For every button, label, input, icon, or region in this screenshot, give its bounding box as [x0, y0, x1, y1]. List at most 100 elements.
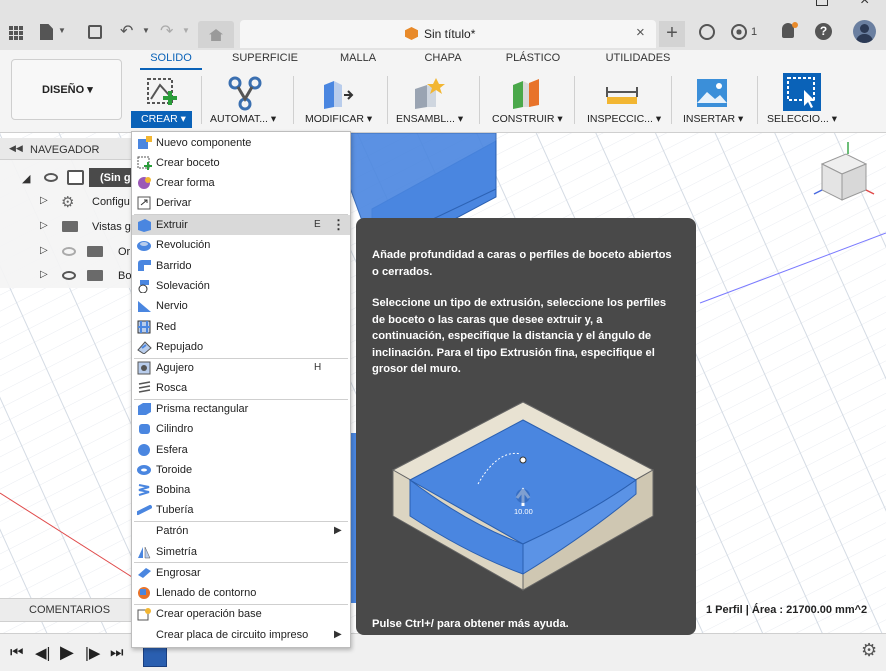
inspect-ribbon-icon[interactable] [604, 75, 640, 111]
menu-item-sweep[interactable]: Barrido [132, 256, 350, 276]
tree-expand-icon[interactable]: ▷ [40, 245, 48, 256]
visibility-eye-icon[interactable] [44, 173, 58, 182]
menu-item-sphere[interactable]: Esfera [132, 440, 350, 460]
menu-item-boundary-fill[interactable]: Llenado de contorno [132, 583, 350, 603]
menu-item-extrude[interactable]: Extruir E ⋮ [132, 215, 350, 235]
emboss-icon [137, 340, 152, 354]
user-avatar[interactable] [853, 20, 876, 43]
play-icon[interactable]: ▶ [60, 642, 74, 663]
menu-item-create-form[interactable]: Crear forma [132, 173, 350, 193]
view-cube[interactable] [812, 140, 876, 210]
job-status-icon[interactable] [731, 24, 747, 40]
timeline-feature-icon[interactable] [143, 645, 167, 667]
assemble-ribbon-icon[interactable] [412, 75, 448, 111]
navigator-item-vistas[interactable]: Vistas g [92, 221, 131, 233]
insert-image-ribbon-icon[interactable] [694, 75, 730, 111]
menu-item-base-feature[interactable]: Crear operación base [132, 604, 350, 624]
navigator-item-origin[interactable]: Or [118, 246, 130, 258]
menu-item-pcb[interactable]: Crear placa de circuito impreso ▶ [132, 625, 350, 645]
tab-malla[interactable]: MALLA [333, 52, 383, 64]
redo-dropdown-icon[interactable]: ▼ [182, 26, 190, 35]
select-menu-label[interactable]: SELECCIO... ▾ [767, 113, 837, 125]
tab-solido[interactable]: SOLIDO [146, 52, 196, 64]
home-button[interactable] [198, 21, 234, 48]
box-icon [137, 402, 152, 416]
modify-menu-label[interactable]: MODIFICAR ▾ [305, 113, 372, 125]
more-options-icon[interactable]: ⋮ [332, 217, 345, 233]
extensions-icon[interactable] [699, 24, 715, 40]
avatar-head-icon [860, 24, 869, 33]
close-tab-icon[interactable]: × [636, 24, 645, 41]
menu-item-pipe[interactable]: Tubería [132, 500, 350, 520]
ribbon-separator [479, 76, 480, 124]
hole-icon [137, 361, 152, 375]
grid-menu-icon[interactable] [9, 26, 23, 40]
menu-item-loft[interactable]: Solevación [132, 276, 350, 296]
thread-icon [137, 381, 152, 395]
go-to-start-icon[interactable]: ⏮ [10, 644, 24, 661]
construct-ribbon-icon[interactable] [509, 75, 545, 111]
menu-item-derive[interactable]: Derivar [132, 193, 350, 213]
menu-item-new-component[interactable]: Nuevo componente [132, 133, 350, 153]
tab-plastico[interactable]: PLÁSTICO [503, 52, 563, 64]
menu-item-rib[interactable]: Nervio [132, 296, 350, 316]
menu-item-coil[interactable]: Bobina [132, 480, 350, 500]
select-ribbon-icon[interactable] [782, 72, 822, 112]
file-dropdown-icon[interactable]: ▼ [58, 26, 66, 35]
menu-item-web[interactable]: Red [132, 317, 350, 337]
undo-icon[interactable]: ↶ [120, 21, 133, 41]
menu-item-mirror[interactable]: Simetría [132, 542, 350, 562]
menu-item-thicken[interactable]: Engrosar [132, 563, 350, 583]
close-window-icon[interactable]: × [860, 0, 869, 10]
step-back-icon[interactable]: ◀| [35, 644, 50, 662]
help-icon[interactable]: ? [815, 23, 832, 40]
tab-utilidades[interactable]: UTILIDADES [600, 52, 676, 64]
torus-icon [137, 463, 152, 477]
menu-item-thread[interactable]: Rosca [132, 378, 350, 398]
new-component-icon [137, 136, 152, 150]
create-sketch-ribbon-icon[interactable] [144, 75, 180, 111]
step-forward-icon[interactable]: |▶ [85, 644, 100, 662]
tab-chapa[interactable]: CHAPA [418, 52, 468, 64]
new-tab-button[interactable]: + [659, 21, 685, 47]
minimize-window-icon[interactable] [816, 0, 828, 6]
construct-menu-label[interactable]: CONSTRUIR ▾ [492, 113, 563, 125]
thicken-icon [137, 566, 152, 580]
menu-item-box[interactable]: Prisma rectangular [132, 399, 350, 419]
modify-ribbon-icon[interactable] [320, 75, 356, 111]
assemble-menu-label[interactable]: ENSAMBL... ▾ [396, 113, 463, 125]
redo-icon[interactable]: ↷ [160, 21, 173, 41]
menu-item-hole[interactable]: Agujero H [132, 358, 350, 378]
tooltip-footer: Pulse Ctrl+/ para obtener más ayuda. [372, 618, 569, 630]
timeline-settings-icon[interactable]: ⚙ [861, 640, 877, 661]
menu-item-create-sketch[interactable]: Crear boceto [132, 153, 350, 173]
tooltip-body: Seleccione un tipo de extrusión, selecci… [372, 297, 667, 375]
workspace-label: DISEÑO ▾ [42, 84, 93, 96]
tab-superficie[interactable]: SUPERFICIE [230, 52, 300, 64]
workspace-selector[interactable]: DISEÑO ▾ [11, 59, 122, 120]
menu-item-emboss[interactable]: Repujado [132, 337, 350, 357]
gear-icon: ⚙ [61, 194, 75, 211]
inspect-menu-label[interactable]: INSPECCIC... ▾ [587, 113, 661, 125]
menu-item-torus[interactable]: Toroide [132, 460, 350, 480]
navigator-item-config[interactable]: Configu [92, 196, 130, 208]
collapse-navigator-icon[interactable]: ◀◀ [9, 143, 23, 154]
hidden-eye-icon[interactable] [62, 247, 76, 256]
undo-dropdown-icon[interactable]: ▼ [142, 26, 150, 35]
menu-item-revolve[interactable]: Revolución [132, 235, 350, 255]
save-icon[interactable] [88, 25, 102, 39]
menu-item-pattern[interactable]: Patrón ▶ [132, 521, 350, 541]
automate-ribbon-icon[interactable] [227, 75, 263, 111]
go-to-end-icon[interactable]: ⏭ [110, 644, 124, 661]
visibility-eye-icon[interactable] [62, 271, 76, 280]
tree-expand-icon[interactable]: ▷ [40, 195, 48, 206]
menu-item-cylinder[interactable]: Cilindro [132, 419, 350, 439]
tree-expand-icon[interactable]: ▷ [40, 269, 48, 280]
navigator-item-bodies[interactable]: Bo [118, 270, 131, 282]
automate-menu-label[interactable]: AUTOMAT... ▾ [210, 113, 276, 125]
create-menu-label[interactable]: CREAR ▾ [141, 113, 186, 125]
tree-expand-icon[interactable]: ▷ [40, 220, 48, 231]
tree-collapse-icon[interactable]: ◢ [22, 172, 30, 185]
job-count-badge: 1 [751, 26, 758, 38]
insert-menu-label[interactable]: INSERTAR ▾ [683, 113, 743, 125]
